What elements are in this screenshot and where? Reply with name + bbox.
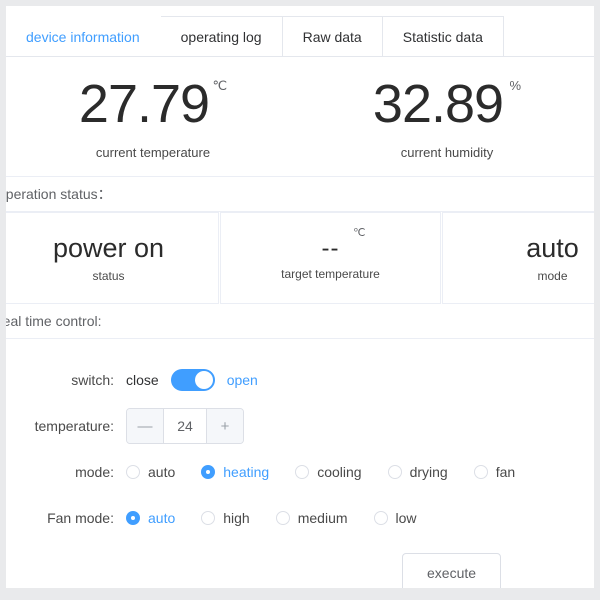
switch-row: switch: close open	[6, 357, 594, 403]
tab-bar-filler	[504, 16, 594, 56]
mode-radio-group: auto heating cooling drying fan	[126, 464, 515, 480]
switch-control: close open	[126, 369, 258, 391]
reading-value-wrap: 32.89 %	[373, 77, 521, 131]
temperature-control: — 24 +	[126, 408, 244, 444]
radio-label: medium	[297, 510, 348, 526]
execute-row: execute	[6, 553, 594, 588]
reading-label: current humidity	[400, 145, 494, 160]
tab-label: device information	[26, 29, 140, 45]
panel-shell: device information operating log Raw dat…	[6, 6, 594, 588]
status-value-wrap: auto	[526, 233, 579, 264]
status-card-power: power on status	[6, 212, 219, 304]
operation-status-cards: power on status -- ℃ target temperature …	[6, 212, 594, 304]
radio-label: cooling	[317, 464, 362, 480]
mode-radio-fan[interactable]: fan	[473, 464, 516, 480]
switch-row-label: switch:	[71, 372, 114, 388]
radio-label: auto	[148, 464, 176, 480]
reading-label: current temperature	[95, 145, 211, 160]
radio-icon	[387, 465, 402, 479]
status-value: power on	[52, 232, 165, 263]
plus-icon[interactable]: +	[206, 409, 243, 443]
operation-status-heading-text: operation status：	[6, 186, 112, 202]
status-value: auto	[526, 232, 579, 263]
reading-value: 32.89	[372, 74, 504, 134]
tab-raw-data[interactable]: Raw data	[282, 16, 383, 56]
radio-label: drying	[409, 464, 448, 480]
tab-label: Raw data	[302, 29, 362, 45]
status-card-mode: auto mode	[442, 212, 594, 304]
radio-icon	[373, 511, 388, 525]
fan-mode-radio-auto[interactable]: auto	[126, 510, 175, 526]
status-label: target temperature	[281, 267, 380, 282]
radio-label: high	[223, 510, 250, 526]
power-switch-toggle[interactable]	[170, 369, 215, 391]
reading-value-wrap: 27.79 ℃	[79, 77, 227, 131]
fan-mode-radio-high[interactable]: high	[201, 510, 250, 526]
status-label: mode	[537, 269, 568, 284]
mode-row: mode: auto heating cooling drying fan	[6, 449, 594, 495]
current-readings: 27.79 ℃ current temperature 32.89 % curr…	[6, 57, 594, 177]
switch-on-label: open	[226, 372, 258, 388]
mode-radio-cooling[interactable]: cooling	[295, 464, 362, 480]
radio-icon	[275, 511, 290, 525]
real-time-control-panel: switch: close open temperature: — 24 + m…	[6, 339, 594, 588]
radio-icon	[201, 511, 216, 525]
fan-mode-row: Fan mode: auto high medium low	[6, 495, 594, 541]
radio-label: heating	[223, 464, 270, 480]
tab-label: operating log	[180, 29, 262, 45]
operation-status-heading: operation status：	[6, 177, 594, 212]
mode-radio-heating[interactable]: heating	[201, 464, 269, 480]
celsius-unit-icon: ℃	[212, 78, 228, 93]
fan-mode-radio-group: auto high medium low	[126, 510, 417, 526]
tab-device-information[interactable]: device information	[6, 16, 161, 56]
reading-current-humidity: 32.89 % current humidity	[300, 77, 594, 160]
app-page: device information operating log Raw dat…	[0, 0, 600, 600]
tab-statistic-data[interactable]: Statistic data	[382, 16, 504, 56]
execute-button[interactable]: execute	[402, 553, 502, 588]
radio-icon	[201, 465, 216, 479]
status-value-wrap: -- ℃	[321, 227, 366, 263]
tab-bar: device information operating log Raw dat…	[6, 6, 594, 57]
temperature-stepper[interactable]: — 24 +	[126, 408, 244, 444]
tab-label: Statistic data	[402, 29, 483, 45]
status-value: --	[321, 234, 340, 262]
radio-label: fan	[495, 464, 516, 480]
celsius-unit-icon: ℃	[353, 226, 366, 239]
temperature-row-label: temperature:	[34, 418, 114, 434]
fan-mode-radio-medium[interactable]: medium	[275, 510, 348, 526]
radio-icon	[295, 465, 310, 479]
status-label: status	[92, 269, 125, 284]
mode-row-label: mode:	[75, 464, 114, 480]
fan-mode-row-label: Fan mode:	[47, 510, 114, 526]
radio-icon	[473, 465, 488, 479]
percent-unit-icon: %	[509, 78, 522, 93]
status-value-wrap: power on	[53, 233, 164, 264]
radio-icon	[126, 511, 140, 525]
temperature-row: temperature: — 24 +	[6, 403, 594, 449]
switch-knob	[194, 371, 213, 389]
minus-icon[interactable]: —	[127, 409, 164, 443]
radio-label: low	[395, 510, 417, 526]
radio-label: auto	[148, 510, 176, 526]
fan-mode-radio-low[interactable]: low	[373, 510, 417, 526]
reading-value: 27.79	[78, 74, 210, 134]
radio-icon	[126, 465, 140, 479]
tab-operating-log[interactable]: operating log	[160, 16, 283, 56]
real-time-control-heading-text: real time control:	[6, 313, 102, 329]
status-card-target-temperature: -- ℃ target temperature	[220, 212, 441, 304]
real-time-control-heading: real time control:	[6, 304, 594, 339]
switch-off-label: close	[126, 372, 159, 388]
mode-radio-drying[interactable]: drying	[387, 464, 448, 480]
temperature-input[interactable]: 24	[164, 409, 206, 443]
mode-radio-auto[interactable]: auto	[126, 464, 175, 480]
reading-current-temperature: 27.79 ℃ current temperature	[6, 77, 300, 160]
